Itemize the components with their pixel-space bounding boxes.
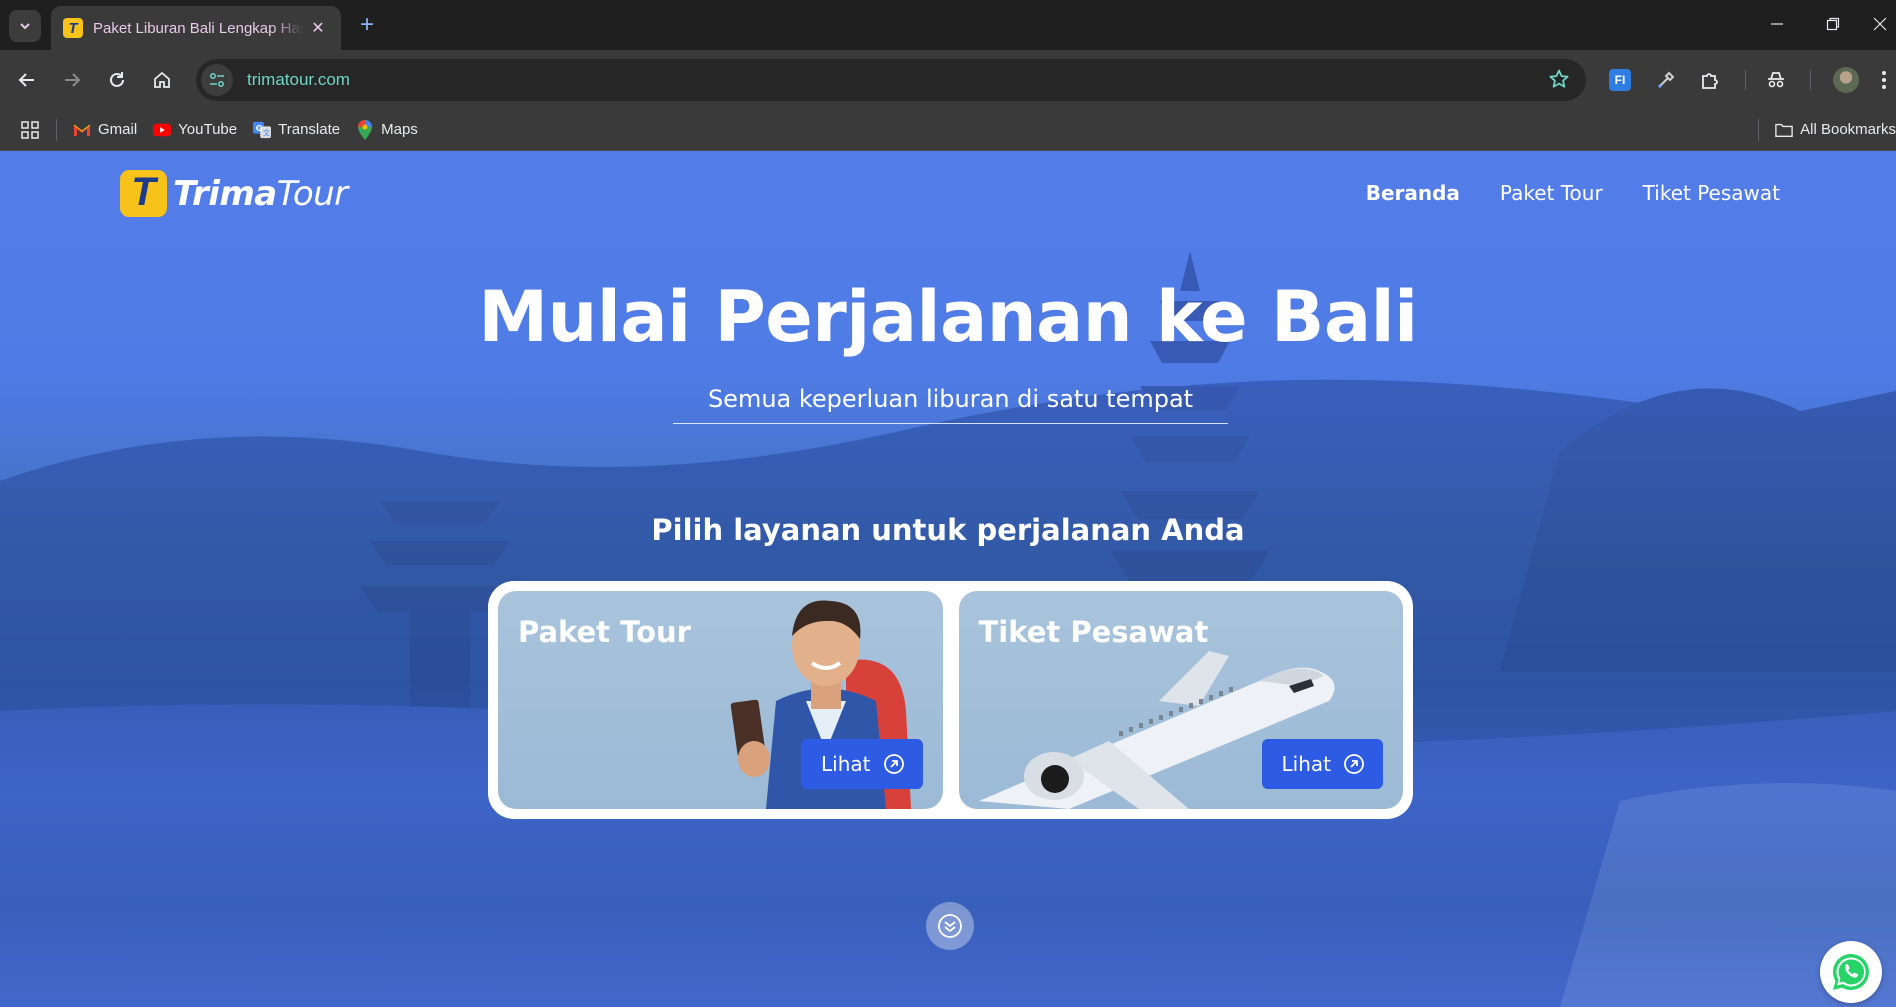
reload-button[interactable] [99,62,135,98]
nav-tiket-pesawat[interactable]: Tiket Pesawat [1643,181,1780,205]
site-nav: Beranda Paket Tour Tiket Pesawat [1366,181,1780,205]
translate-icon: G文 [253,121,272,139]
close-window-button[interactable] [1864,8,1896,40]
toolbar-separator [1745,70,1746,90]
arrow-right-icon [65,73,81,87]
extension-eyedropper-button[interactable] [1648,62,1684,98]
bookmarks-separator [56,118,57,141]
bookmark-label: Gmail [98,121,138,138]
site-logo[interactable]: T TrimaTour [120,170,348,217]
bookmark-youtube[interactable]: YouTube [145,115,245,145]
tune-icon [210,73,224,87]
back-button[interactable] [9,62,45,98]
bookmark-translate[interactable]: G文 Translate [245,115,348,145]
service-cards: Paket Tour Lihat Tiket Pesawat Lihat [488,581,1413,819]
bookmark-label: YouTube [178,121,238,138]
more-vert-icon [1882,71,1886,89]
puzzle-icon [1702,73,1718,89]
all-bookmarks-button[interactable]: All Bookmarks [1767,115,1896,145]
card-title: Paket Tour [518,615,691,649]
bookmark-label: Maps [381,121,418,138]
address-bar[interactable]: trimatour.com [196,59,1586,101]
incognito-button[interactable] [1758,62,1794,98]
scroll-down-button[interactable] [926,902,974,950]
whatsapp-icon [1832,954,1869,990]
apps-button[interactable] [12,115,48,145]
arrow-up-right-circle-icon [1344,754,1364,774]
profile-avatar[interactable] [1828,62,1864,98]
reload-icon [110,72,124,87]
minimize-icon [1771,23,1783,25]
button-label: Lihat [821,752,871,776]
hero-title: Mulai Perjalanan ke Bali [478,276,1418,358]
bookmarks-bar: Gmail YouTube G文 Translate Maps All Book… [0,109,1896,151]
lihat-paket-tour-button[interactable]: Lihat [801,739,923,789]
restore-icon [1826,17,1840,31]
eyedropper-icon [1657,71,1675,89]
close-tab-icon[interactable]: ✕ [307,17,329,39]
youtube-icon [153,121,172,139]
extension-fi-button[interactable]: FI [1602,62,1638,98]
bookmark-label: Translate [278,121,341,138]
close-icon [1873,17,1887,31]
extensions-button[interactable] [1692,62,1728,98]
nav-paket-tour[interactable]: Paket Tour [1500,181,1603,205]
site-info-button[interactable] [201,64,233,96]
services-heading: Pilih layanan untuk perjalanan Anda [651,513,1245,547]
site-favicon-icon: T [63,18,83,38]
toolbar-separator [1810,70,1811,90]
card-tiket-pesawat[interactable]: Tiket Pesawat Lihat [958,591,1403,809]
forward-button[interactable] [54,62,90,98]
all-bookmarks-label: All Bookmarks [1800,121,1896,138]
card-paket-tour[interactable]: Paket Tour Lihat [498,591,943,809]
new-tab-button[interactable]: + [352,10,382,40]
home-button[interactable] [144,62,180,98]
browser-tab-bar: T Paket Liburan Bali Lengkap Harga Terja… [0,0,1896,50]
bookmarks-separator [1758,118,1760,141]
page-viewport: T TrimaTour Beranda Paket Tour Tiket Pes… [0,151,1896,1007]
browser-toolbar: trimatour.com FI [0,50,1896,109]
url-text[interactable]: trimatour.com [247,70,350,90]
gmail-icon [73,121,91,139]
logo-wordmark: TrimaTour [173,173,348,214]
lihat-tiket-pesawat-button[interactable]: Lihat [1261,739,1383,789]
bookmark-star-icon[interactable] [1548,68,1570,95]
home-icon [154,71,170,88]
bookmark-maps[interactable]: Maps [348,115,426,145]
svg-text:G: G [256,122,263,132]
folder-icon [1775,121,1793,139]
button-label: Lihat [1281,752,1331,776]
avatar [1833,67,1859,93]
menu-button[interactable] [1872,62,1896,98]
tab-title: Paket Liburan Bali Lengkap Harga Terjang… [93,19,303,37]
restore-button[interactable] [1810,8,1856,40]
bookmark-gmail[interactable]: Gmail [65,115,145,145]
arrow-left-icon [18,73,34,87]
hero-subtitle: Semua keperluan liburan di satu tempat [673,385,1228,424]
minimize-button[interactable] [1754,8,1800,40]
apps-grid-icon [21,120,39,139]
svg-text:文: 文 [263,128,270,137]
whatsapp-button[interactable] [1820,941,1882,1003]
active-tab[interactable]: T Paket Liburan Bali Lengkap Harga Terja… [51,6,341,50]
double-chevron-down-icon [938,914,962,938]
tab-search-button[interactable] [9,10,41,42]
maps-icon [356,119,374,140]
card-title: Tiket Pesawat [978,615,1209,649]
incognito-icon [1768,72,1784,88]
chevron-down-icon [20,23,30,30]
fi-extension-icon: FI [1609,69,1631,91]
logo-mark-icon: T [120,170,167,217]
arrow-up-right-circle-icon [883,754,904,774]
nav-beranda[interactable]: Beranda [1366,181,1460,205]
